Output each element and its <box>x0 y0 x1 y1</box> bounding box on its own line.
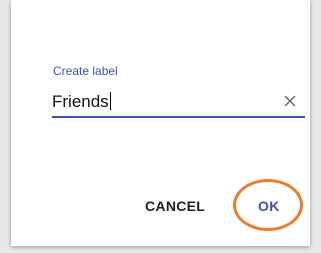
input-text: Friends <box>52 92 109 111</box>
cancel-button[interactable]: CANCEL <box>145 198 205 214</box>
ok-button[interactable]: OK <box>258 198 280 214</box>
create-label-dialog: Create label Friends CANCEL OK <box>11 0 310 246</box>
input-underline <box>52 116 305 118</box>
text-caret <box>109 92 111 110</box>
label-name-input[interactable]: Friends <box>52 92 111 112</box>
close-icon[interactable] <box>283 94 297 108</box>
field-label: Create label <box>53 64 118 78</box>
